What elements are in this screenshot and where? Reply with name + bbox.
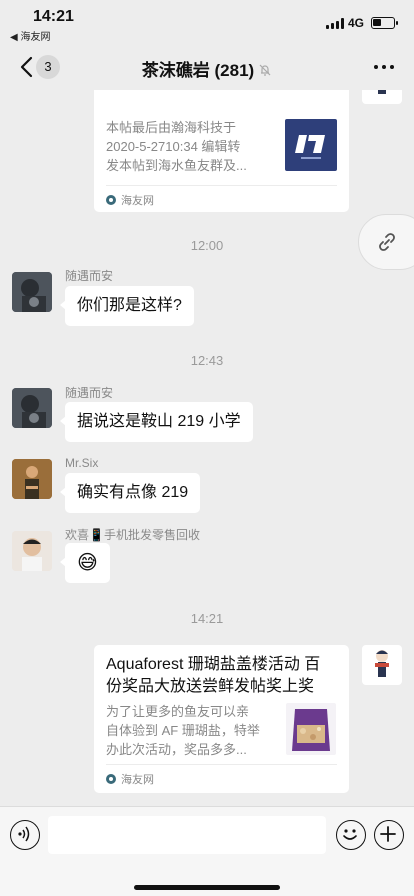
text-message-bubble[interactable]: 据说这是鞍山 219 小学 bbox=[60, 402, 253, 442]
mute-bell-icon bbox=[259, 64, 271, 76]
product-thumbnail bbox=[286, 703, 336, 755]
link-icon bbox=[379, 233, 395, 251]
card-source-label: 海友网 bbox=[121, 774, 154, 786]
avatar[interactable] bbox=[12, 388, 52, 428]
signal-icon bbox=[326, 18, 344, 29]
link-card-desc-line: 2020-5-2710:34 编辑转 bbox=[106, 139, 241, 154]
brand-logo-thumbnail bbox=[285, 119, 337, 171]
message-timestamp: 14:21 bbox=[190, 611, 224, 626]
plus-icon bbox=[380, 826, 397, 843]
emoji-message-bubble[interactable]: 😅 bbox=[60, 543, 110, 583]
link-card-message[interactable]: 瀚海小贩特价活动开始啦 本帖最后由瀚海科技于 2020-5-2710:34 编辑… bbox=[94, 90, 349, 212]
sender-name: 欢喜📱手机批发零售回收 bbox=[65, 528, 200, 542]
voice-input-button[interactable] bbox=[10, 820, 40, 850]
message-timestamp: 12:00 bbox=[190, 238, 224, 253]
link-card-title: 瀚海小贩特价活动开始啦 bbox=[106, 90, 337, 114]
card-divider bbox=[106, 764, 337, 765]
link-card-desc-line: 发本帖到海水鱼友群及... bbox=[106, 158, 247, 173]
avatar[interactable] bbox=[362, 90, 402, 104]
avatar[interactable] bbox=[12, 272, 52, 312]
link-card-desc-line: 为了让更多的鱼友可以亲 bbox=[106, 704, 250, 719]
source-app-icon bbox=[106, 195, 116, 205]
sender-name: 随遇而安 bbox=[65, 269, 114, 283]
card-source: 海友网 bbox=[106, 773, 154, 787]
card-divider bbox=[106, 185, 337, 186]
battery-icon bbox=[371, 17, 398, 29]
source-app-icon bbox=[106, 774, 116, 784]
link-card-desc-line: 办此次活动，奖品多多... bbox=[106, 742, 247, 757]
more-functions-button[interactable] bbox=[374, 820, 404, 850]
more-options-icon[interactable] bbox=[374, 65, 394, 69]
emoji-button[interactable] bbox=[336, 820, 366, 850]
smiley-icon bbox=[343, 829, 358, 841]
input-bar bbox=[0, 806, 414, 896]
message-list[interactable]: 瀚海小贩特价活动开始啦 本帖最后由瀚海科技于 2020-5-2710:34 编辑… bbox=[0, 90, 414, 806]
avatar[interactable] bbox=[12, 531, 52, 571]
link-card-message[interactable]: Aquaforest 珊瑚盐盖楼活动 百 份奖品大放送尝鲜发帖奖上奖 为了让更多… bbox=[94, 645, 349, 793]
chat-header: 3 茶沫礁岩 (281) bbox=[0, 44, 414, 90]
floating-link-button[interactable] bbox=[358, 214, 414, 270]
link-card-title-line: 份奖品大放送尝鲜发帖奖上奖 bbox=[106, 678, 315, 695]
message-timestamp: 12:43 bbox=[190, 353, 224, 368]
network-type: 4G bbox=[348, 16, 365, 30]
home-indicator[interactable] bbox=[134, 885, 280, 890]
voice-icon bbox=[18, 826, 30, 842]
status-time: 14:21 bbox=[33, 8, 74, 25]
card-source: 海友网 bbox=[106, 194, 154, 208]
text-message-bubble[interactable]: 你们那是这样? bbox=[60, 286, 194, 326]
card-source-label: 海友网 bbox=[121, 195, 154, 207]
text-message-bubble[interactable]: 确实有点像 219 bbox=[59, 473, 201, 513]
link-card-desc-line: 本帖最后由瀚海科技于 bbox=[106, 120, 237, 135]
sender-name: Mr.Six bbox=[65, 456, 99, 470]
status-bar: 14:21 ◀ 海友网 4G bbox=[0, 0, 414, 44]
back-to-app-link[interactable]: ◀ 海友网 bbox=[10, 28, 50, 43]
sender-name: 随遇而安 bbox=[65, 386, 114, 400]
page-title: 茶沫礁岩 (281) bbox=[0, 56, 414, 81]
avatar[interactable] bbox=[12, 459, 52, 499]
avatar[interactable] bbox=[362, 645, 402, 685]
link-card-title-line: Aquaforest 珊瑚盐盖楼活动 百 bbox=[106, 656, 321, 673]
chat-title: 茶沫礁岩 (281) bbox=[141, 61, 255, 80]
link-card-desc-line: 自体验到 AF 珊瑚盐，特举 bbox=[106, 723, 260, 738]
sweat-smile-emoji: 😅 bbox=[77, 552, 98, 574]
message-text-input[interactable] bbox=[48, 816, 326, 854]
